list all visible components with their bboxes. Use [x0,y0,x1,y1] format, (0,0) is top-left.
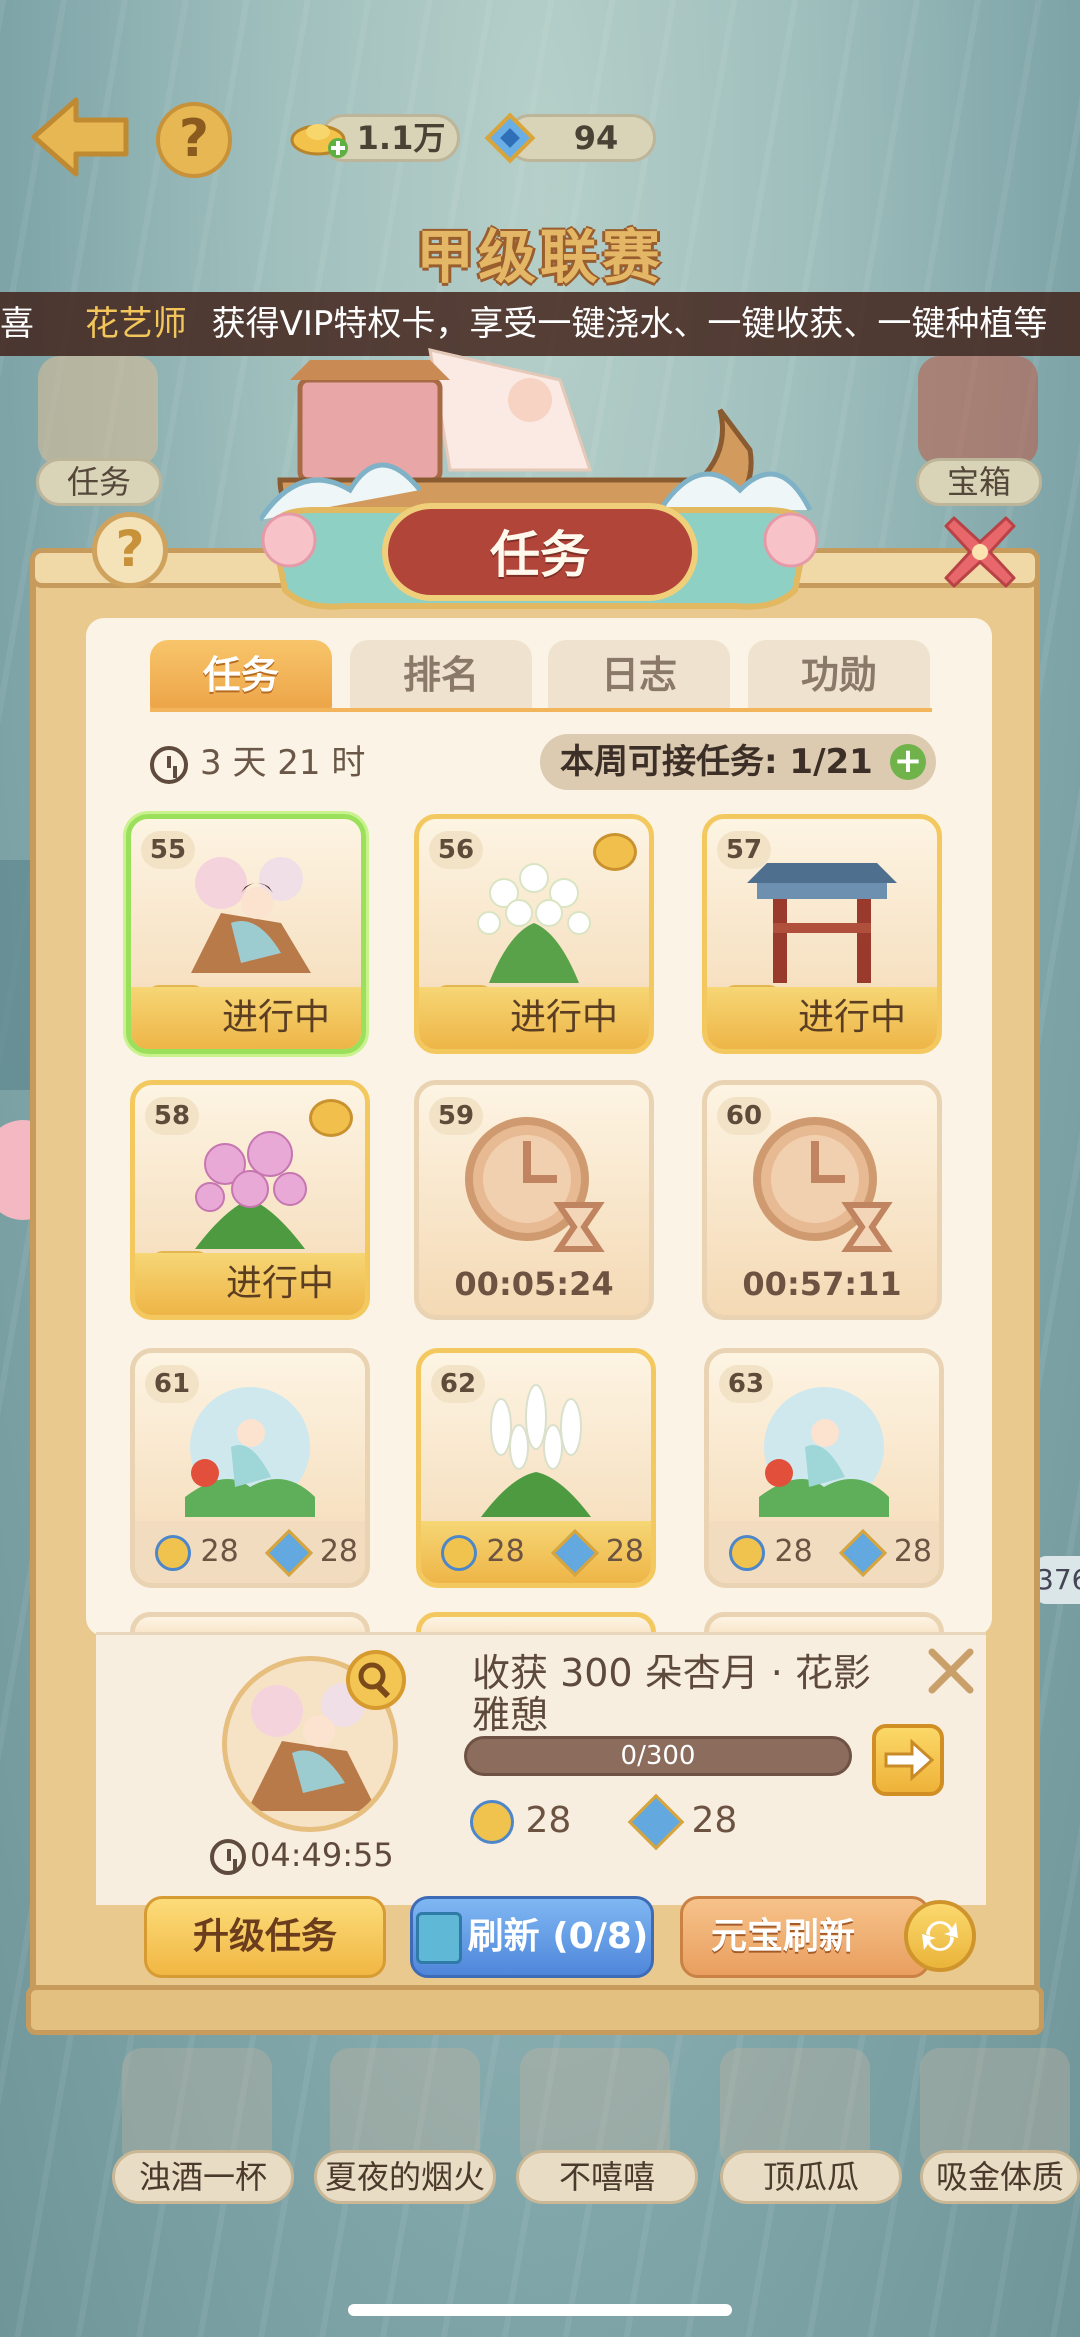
season-time-left: 3 天 21 时 [200,743,366,783]
compass-value: 28 [525,1800,572,1841]
compass-icon [441,1534,477,1571]
white-narcissus-icon [477,863,591,983]
compass-reward: 28 [774,1534,813,1569]
garden-fairy-icon [185,1387,315,1517]
back-arrow-icon[interactable] [24,92,134,182]
task-countdown: 00:57:11 [742,1265,902,1303]
chinese-gate-icon [747,863,897,983]
bottom-label-5[interactable]: 吸金体质 [920,2150,1080,2204]
panel-title: 任务 [490,526,590,584]
close-icon[interactable] [940,512,1020,592]
go-arrow-button[interactable] [872,1724,944,1796]
tab-tasks[interactable]: 任务 [150,640,332,710]
bottom-label-3[interactable]: 不嘻嘻 [516,2150,698,2204]
task-card-58[interactable]: 58 进行中 [130,1080,370,1320]
task-detail-title: 收获 300 朵杏月 · 花影雅憩 [472,1651,871,1737]
detail-gem-reward: 28 [627,1793,738,1851]
task-card-61[interactable]: 61 28 28 [130,1348,370,1588]
top-icon-label-tasks[interactable]: 任务 [36,458,162,506]
task-progress-bar: 0/300 [464,1736,852,1776]
home-indicator[interactable] [348,2304,732,2316]
task-card-57[interactable]: 57 进行中 [702,814,942,1054]
detail-timer: 04:49:55 [210,1836,394,1875]
refresh-label: 刷新 (0/8) [467,1916,649,1957]
yuanbao-refresh-button[interactable]: 元宝刷新 [680,1896,930,1978]
close-detail-icon[interactable] [924,1644,978,1698]
add-task-icon[interactable]: + [890,744,926,780]
gold-ingot-icon[interactable] [290,116,352,160]
league-title: 甲级联赛 [415,223,664,291]
task-card-56[interactable]: 56 进行中 [414,814,654,1054]
refresh-cycle-icon[interactable] [904,1900,976,1972]
compass-reward: 28 [200,1534,239,1569]
bottom-label-1[interactable]: 浊酒一杯 [112,2150,294,2204]
tab-log[interactable]: 日志 [548,640,730,710]
gem-icon [265,1528,314,1577]
detail-compass-reward: 28 [470,1800,571,1844]
refresh-ticket-icon [415,1912,462,1964]
task-card-63[interactable]: 63 28 28 [704,1348,944,1588]
task-rewards: 28 28 [709,1521,939,1583]
top-icon-label-chest[interactable]: 宝箱 [916,458,1042,506]
lady-lounging-icon [191,857,311,973]
compass-icon [470,1800,514,1844]
task-countdown: 00:05:24 [454,1265,614,1303]
gem-icon [839,1528,888,1577]
task-rewards: 28 28 [135,1521,365,1583]
bottom-label-4[interactable]: 顶瓜瓜 [720,2150,902,2204]
task-status: 进行中 [135,1253,365,1315]
marquee-message: 获得VIP特权卡，享受一键浇水、一键收获、一键种植等 [211,304,1048,344]
gem-icon [627,1793,685,1851]
panel-bottom-beam [26,1985,1044,2035]
compass-reward: 28 [486,1534,525,1569]
diamond-amount: 94 [573,119,619,157]
clock-icon [150,745,188,784]
refresh-button[interactable]: 刷新 (0/8) [410,1896,654,1978]
clock-icon [210,1839,246,1875]
task-status: 进行中 [707,987,937,1049]
gem-value: 28 [691,1800,738,1841]
weekly-task-count: 本周可接任务: 1/21 + [540,734,936,790]
white-flower-icon [481,1384,591,1517]
season-timer: 3 天 21 时 [150,740,365,786]
right-edge-number: 376 [1036,1563,1080,1596]
bottom-label-2[interactable]: 夏夜的烟火 [314,2150,496,2204]
tab-ranking[interactable]: 排名 [350,640,532,710]
garden-fairy-icon [759,1387,889,1517]
panel-help-button[interactable]: ? [92,512,168,588]
tab-merit[interactable]: 功勋 [748,640,930,710]
right-edge-counter: 376 [1036,1556,1080,1604]
progress-text: 0/300 [620,1741,696,1771]
gem-icon [551,1528,600,1577]
compass-icon [729,1534,765,1571]
diamond-icon [484,112,536,164]
clock-hourglass-icon [465,1117,605,1252]
task-scroll-icon[interactable] [38,356,158,466]
compass-icon [155,1534,191,1571]
marquee-prefix: 喜 [0,304,34,344]
help-button[interactable]: ? [156,102,232,178]
magnifier-icon[interactable] [346,1650,406,1710]
task-card-62[interactable]: 62 28 28 [416,1348,656,1588]
task-card-60[interactable]: 60 00:57:11 [702,1080,942,1320]
tab-underline [150,708,932,712]
task-card-55[interactable]: 55 进行中 [126,814,366,1054]
marquee-player-name: 花艺师 [84,304,187,344]
task-rewards: 28 28 [421,1521,651,1583]
yuanbao-refresh-label: 元宝刷新 [710,1916,855,1957]
gem-reward: 28 [319,1534,359,1569]
task-card-59[interactable]: 59 00:05:24 [414,1080,654,1320]
upgrade-task-button[interactable]: 升级任务 [144,1896,386,1978]
pink-peony-icon [195,1131,307,1249]
task-status: 进行中 [131,987,361,1049]
detail-time-left: 04:49:55 [250,1836,394,1874]
task-status: 进行中 [419,987,649,1049]
gem-reward: 28 [605,1534,645,1569]
gem-reward: 28 [893,1534,933,1569]
weekly-task-label: 本周可接任务: 1/21 [560,742,873,782]
treasure-chest-icon[interactable] [918,356,1038,466]
clock-hourglass-icon [753,1117,893,1252]
